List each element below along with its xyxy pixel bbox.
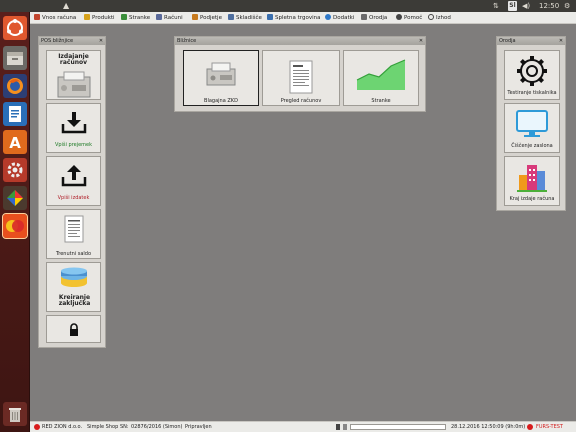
- exit-icon: [428, 14, 434, 20]
- blagajna-zkd-button[interactable]: Blagajna ZKD: [183, 50, 259, 106]
- testiranje-tiskalnika-button[interactable]: Testiranje tiskalnika: [504, 50, 560, 100]
- receipt-icon: [34, 14, 40, 20]
- button-label: Vpiši izdatek: [57, 195, 90, 201]
- app-status-icon: [34, 424, 40, 430]
- pregled-racunov-button[interactable]: Pregled računov: [262, 50, 340, 106]
- files-icon[interactable]: [3, 46, 27, 70]
- addons-icon: [325, 14, 331, 20]
- system-gear-icon[interactable]: ⚙: [564, 0, 570, 12]
- menu-vnos-racuna[interactable]: Vnos računa: [34, 13, 76, 23]
- menu-stranke[interactable]: Stranke: [121, 13, 150, 23]
- buildings-icon: [517, 165, 547, 192]
- document-icon: [64, 215, 83, 243]
- close-icon[interactable]: ✕: [418, 38, 424, 44]
- monitor-icon: [516, 110, 548, 137]
- close-icon[interactable]: ✕: [98, 38, 104, 44]
- button-label: Kraj izdaje računa: [509, 196, 555, 202]
- system-settings-icon[interactable]: [3, 158, 27, 182]
- keyboard-layout-indicator[interactable]: Sl: [508, 1, 517, 11]
- button-label: Vpiši prejemek: [54, 142, 93, 148]
- vpisi-prejemek-button[interactable]: Vpiši prejemek: [46, 103, 101, 153]
- menu-spletna-trgovina[interactable]: Spletna trgovina: [267, 13, 320, 23]
- button-label: Blagajna ZKD: [204, 98, 238, 104]
- button-label: Čiščenje zaslona: [511, 143, 553, 149]
- datetime: 28.12.2016 12:50:09 (9h:0m): [451, 424, 526, 430]
- menu-racuni[interactable]: Računi: [156, 13, 183, 23]
- upload-tray-icon: [61, 165, 86, 187]
- stranke-button[interactable]: Stranke: [343, 50, 419, 106]
- help-icon: [396, 14, 402, 20]
- lock-button[interactable]: [46, 315, 101, 343]
- battery-icon: [336, 424, 340, 430]
- ubuntu-dash-icon[interactable]: [3, 16, 27, 40]
- cart-icon: [267, 14, 273, 20]
- mouse-cursor-icon: ▲: [63, 1, 70, 10]
- ciscenje-zaslona-button[interactable]: Čiščenje zaslona: [504, 103, 560, 153]
- lock-icon: [69, 323, 78, 336]
- serial-number: 02876/2016 (Simon): [131, 424, 183, 430]
- device-icon: [343, 424, 347, 430]
- invoice-list-icon: [289, 60, 313, 94]
- clock[interactable]: 12:50: [539, 0, 559, 12]
- shortcuts-panel: Bližnice ✕ Blagajna ZKD Pregled računov: [174, 36, 426, 112]
- invoices-icon: [156, 14, 162, 20]
- button-label: Trenutni saldo: [55, 251, 92, 257]
- tools-panel-title: Orodja: [497, 37, 565, 45]
- chart-area-icon: [356, 59, 406, 90]
- firefox-icon[interactable]: [3, 74, 27, 98]
- svg-text:A: A: [9, 134, 21, 152]
- izdajanje-racunov-button[interactable]: Izdajanje računov: [46, 50, 101, 100]
- trash-icon[interactable]: [3, 402, 27, 426]
- company-icon: [192, 14, 198, 20]
- launcher: A: [0, 12, 30, 432]
- network-updown-icon[interactable]: ⇅: [493, 0, 499, 12]
- button-label: Kreiranje zaključka: [58, 294, 91, 307]
- app-menubar: Vnos računa Produkti Stranke Računi Podj…: [30, 12, 576, 24]
- trenutni-saldo-button[interactable]: Trenutni saldo: [46, 209, 101, 259]
- pos-panel-title: POS bližnjice: [39, 37, 105, 45]
- kraj-izdaje-racuna-button[interactable]: Kraj izdaje računa: [504, 156, 560, 206]
- register-icon: [206, 62, 236, 86]
- serial-label: SN:: [120, 424, 129, 430]
- simple-shop-app-icon[interactable]: [2, 213, 28, 239]
- shop-name: Simple Shop: [87, 424, 119, 430]
- vpisi-izdatek-button[interactable]: Vpiši izdatek: [46, 156, 101, 206]
- tools-icon: [361, 14, 367, 20]
- database-icon: [60, 267, 87, 287]
- company-name: RED ZION d.o.o.: [42, 424, 83, 430]
- menu-produkti[interactable]: Produkti: [84, 13, 115, 23]
- ready-status: Pripravljen: [185, 424, 212, 430]
- menu-orodja[interactable]: Orodja: [361, 13, 387, 23]
- top-panel: ▲ ⇅ Sl ◀) 12:50 ⚙: [0, 0, 576, 12]
- pos-shortcuts-panel: POS bližnjice ✕ Izdajanje računov Vpiši …: [38, 36, 106, 348]
- customers-icon: [121, 14, 127, 20]
- tools-panel: Orodja ✕ Testiranje tiskalnika Čiščenje …: [496, 36, 566, 211]
- button-label: Stranke: [371, 98, 391, 104]
- furs-mode: FURS-TEST: [536, 424, 563, 430]
- progress-bar: [350, 424, 446, 430]
- menu-podjetje[interactable]: Podjetje: [192, 13, 222, 23]
- button-label: Pregled računov: [280, 98, 322, 104]
- status-bar: RED ZION d.o.o. Simple Shop SN: 02876/20…: [30, 421, 576, 432]
- warehouse-icon: [228, 14, 234, 20]
- mode-indicator-icon: [527, 424, 533, 430]
- button-label: Izdajanje računov: [58, 53, 89, 66]
- kreiranje-zakljucka-button[interactable]: Kreiranje zaključka: [46, 262, 101, 312]
- button-label: Testiranje tiskalnika: [507, 90, 557, 96]
- menu-dodatki[interactable]: Dodatki: [325, 13, 354, 23]
- close-icon[interactable]: ✕: [558, 38, 564, 44]
- menu-skladisce[interactable]: Skladišče: [228, 13, 262, 23]
- gear-icon: [517, 56, 547, 86]
- writer-icon[interactable]: [3, 102, 27, 126]
- download-tray-icon: [61, 112, 86, 134]
- shortcuts-panel-title: Bližnice: [175, 37, 425, 45]
- menu-pomoc[interactable]: Pomoč: [396, 13, 422, 23]
- cash-register-icon: [57, 71, 90, 98]
- product-icon: [84, 14, 90, 20]
- color-app-icon[interactable]: [3, 186, 27, 210]
- menu-izhod[interactable]: Izhod: [428, 13, 451, 23]
- software-center-icon[interactable]: A: [3, 130, 27, 154]
- volume-icon[interactable]: ◀): [522, 0, 530, 12]
